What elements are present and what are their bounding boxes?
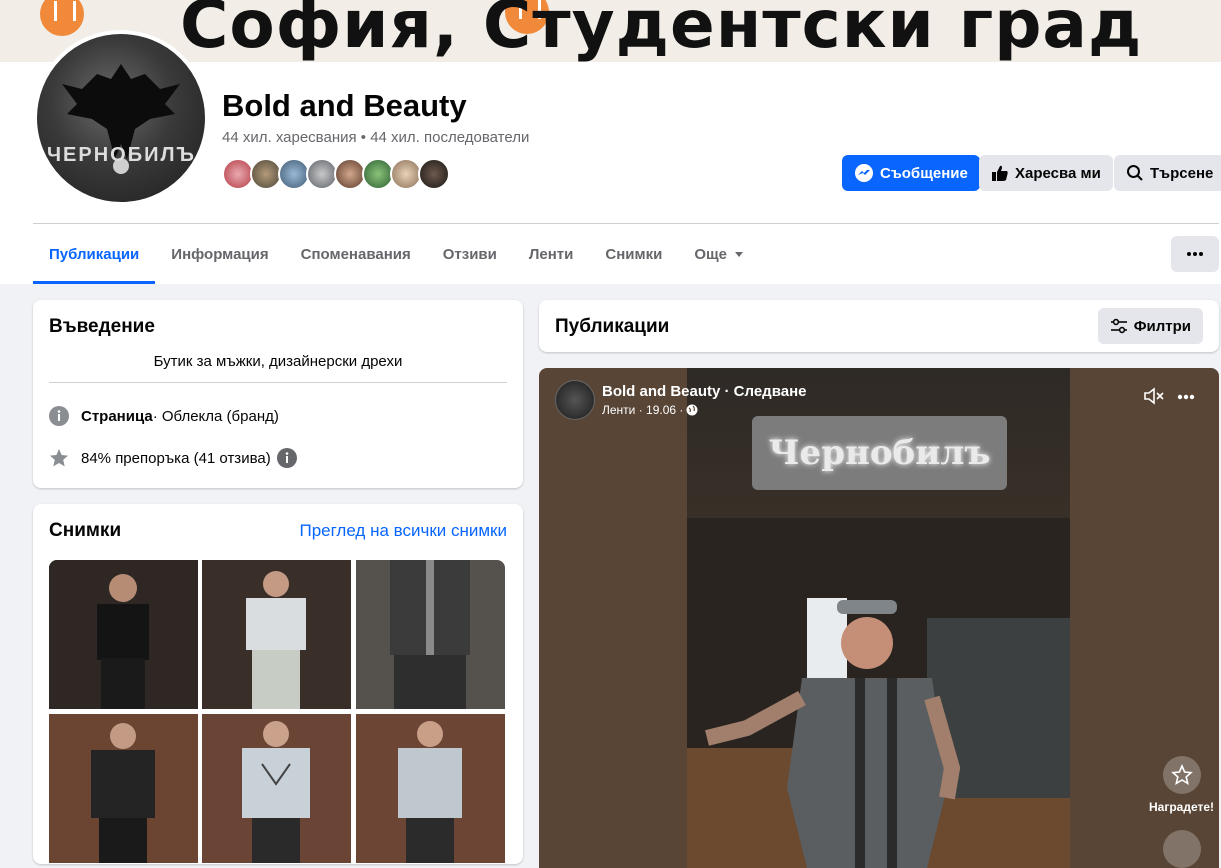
person-photo-icon bbox=[356, 560, 505, 709]
tab-label: Споменавания bbox=[300, 245, 411, 263]
like-button-label: Харесва ми bbox=[1015, 164, 1101, 182]
photos-card: Снимки Преглед на всички снимки bbox=[33, 504, 523, 864]
reel-author-avatar[interactable] bbox=[555, 380, 595, 420]
intro-rating-row: 84% препоръка (41 отзива) bbox=[49, 448, 297, 468]
award-button[interactable] bbox=[1163, 756, 1201, 794]
filters-button[interactable]: Филтри bbox=[1097, 308, 1203, 344]
reel-meta-text: Ленти · 19.06 · bbox=[602, 403, 684, 417]
search-icon bbox=[1127, 165, 1143, 181]
award-star-icon bbox=[1171, 764, 1193, 786]
tab-reels[interactable]: Ленти bbox=[513, 224, 590, 284]
info-icon bbox=[49, 406, 69, 426]
reel-like-button[interactable] bbox=[1163, 830, 1201, 868]
reel-author-name[interactable]: Bold and Beauty · Следване bbox=[602, 383, 806, 400]
reel-sign-text: Чернобилъ bbox=[752, 416, 1007, 490]
raven-logo-icon bbox=[62, 64, 180, 174]
tab-posts[interactable]: Публикации bbox=[33, 224, 156, 284]
search-button-label: Търсене bbox=[1150, 164, 1214, 182]
more-options-button[interactable] bbox=[1171, 236, 1219, 272]
page-title: Bold and Beauty bbox=[222, 88, 467, 123]
reel-meta: Ленти · 19.06 · bbox=[602, 403, 698, 417]
person-photo-icon bbox=[49, 714, 198, 863]
tab-photos[interactable]: Снимки bbox=[589, 224, 678, 284]
tab-label: Информация bbox=[171, 245, 269, 263]
globe-icon bbox=[686, 404, 698, 416]
photo-thumbnail[interactable] bbox=[202, 714, 351, 863]
person-photo-icon bbox=[202, 560, 351, 709]
thumbs-up-icon bbox=[992, 165, 1008, 181]
person-photo-icon bbox=[49, 560, 198, 709]
intro-bio: Бутик за мъжки, дизайнерски дрехи bbox=[153, 353, 403, 370]
messenger-icon bbox=[855, 164, 873, 182]
tab-label: Публикации bbox=[49, 245, 140, 263]
more-dots-icon[interactable] bbox=[1177, 394, 1195, 400]
posts-title: Публикации bbox=[555, 316, 670, 337]
tab-reviews[interactable]: Отзиви bbox=[427, 224, 513, 284]
cover-text: София, Студентски град bbox=[180, 0, 1143, 62]
muted-speaker-icon[interactable] bbox=[1143, 386, 1165, 406]
divider bbox=[49, 382, 507, 383]
person-photo-icon bbox=[356, 714, 505, 863]
intro-rating: 84% препоръка (41 отзива) bbox=[81, 449, 271, 467]
tab-label: Снимки bbox=[605, 245, 663, 263]
photo-thumbnail[interactable] bbox=[356, 560, 505, 709]
tab-label: Още bbox=[694, 245, 727, 263]
see-all-photos-link[interactable]: Преглед на всички снимки bbox=[299, 521, 507, 541]
like-button[interactable]: Харесва ми bbox=[979, 155, 1113, 191]
person-photo-icon bbox=[202, 714, 351, 863]
more-dots-icon bbox=[1187, 252, 1203, 256]
page-stats[interactable]: 44 хил. харесвания • 44 хил. последовате… bbox=[222, 129, 529, 146]
tab-info[interactable]: Информация bbox=[155, 224, 284, 284]
tab-more[interactable]: Още bbox=[678, 224, 761, 284]
star-icon bbox=[50, 449, 68, 467]
message-button[interactable]: Съобщение bbox=[842, 155, 980, 191]
intro-card: Въведение Бутик за мъжки, дизайнерски др… bbox=[33, 300, 523, 488]
message-button-label: Съобщение bbox=[880, 164, 968, 182]
filter-sliders-icon bbox=[1110, 318, 1127, 334]
follower-avatars[interactable] bbox=[222, 158, 450, 190]
photos-title: Снимки bbox=[49, 520, 122, 541]
posts-header-card: Публикации Филтри bbox=[539, 300, 1219, 352]
photo-thumbnail[interactable] bbox=[49, 560, 198, 709]
award-label: Наградете! bbox=[1149, 800, 1215, 814]
tab-label: Отзиви bbox=[442, 245, 497, 263]
photo-thumbnail[interactable] bbox=[356, 714, 505, 863]
tab-mentions[interactable]: Споменавания bbox=[285, 224, 427, 284]
reel-video[interactable]: Чернобилъ bbox=[687, 368, 1070, 868]
photo-thumbnail[interactable] bbox=[202, 560, 351, 709]
avatar[interactable] bbox=[418, 158, 450, 190]
info-icon[interactable] bbox=[276, 448, 297, 468]
search-button[interactable]: Търсене bbox=[1114, 155, 1221, 191]
caret-down-icon bbox=[735, 252, 743, 257]
profile-avatar[interactable]: ЧЕРНОБИЛЪ bbox=[33, 30, 209, 206]
filters-button-label: Филтри bbox=[1133, 317, 1191, 335]
intro-category-row: Страница · Облекла (бранд) bbox=[49, 406, 279, 426]
reel-post[interactable]: Чернобилъ Bold and Beauty · Следване Лен… bbox=[539, 368, 1219, 868]
page-tabs: Публикации Информация Споменавания Отзив… bbox=[33, 224, 761, 284]
intro-category-label: Страница bbox=[81, 407, 153, 425]
tab-label: Ленти bbox=[528, 245, 574, 263]
intro-category-value: · Облекла (бранд) bbox=[152, 407, 279, 425]
avatar-logo-text: ЧЕРНОБИЛЪ bbox=[47, 144, 196, 166]
photo-thumbnail[interactable] bbox=[49, 714, 198, 863]
intro-title: Въведение bbox=[49, 316, 155, 337]
restaurant-pin-icon bbox=[40, 0, 84, 36]
